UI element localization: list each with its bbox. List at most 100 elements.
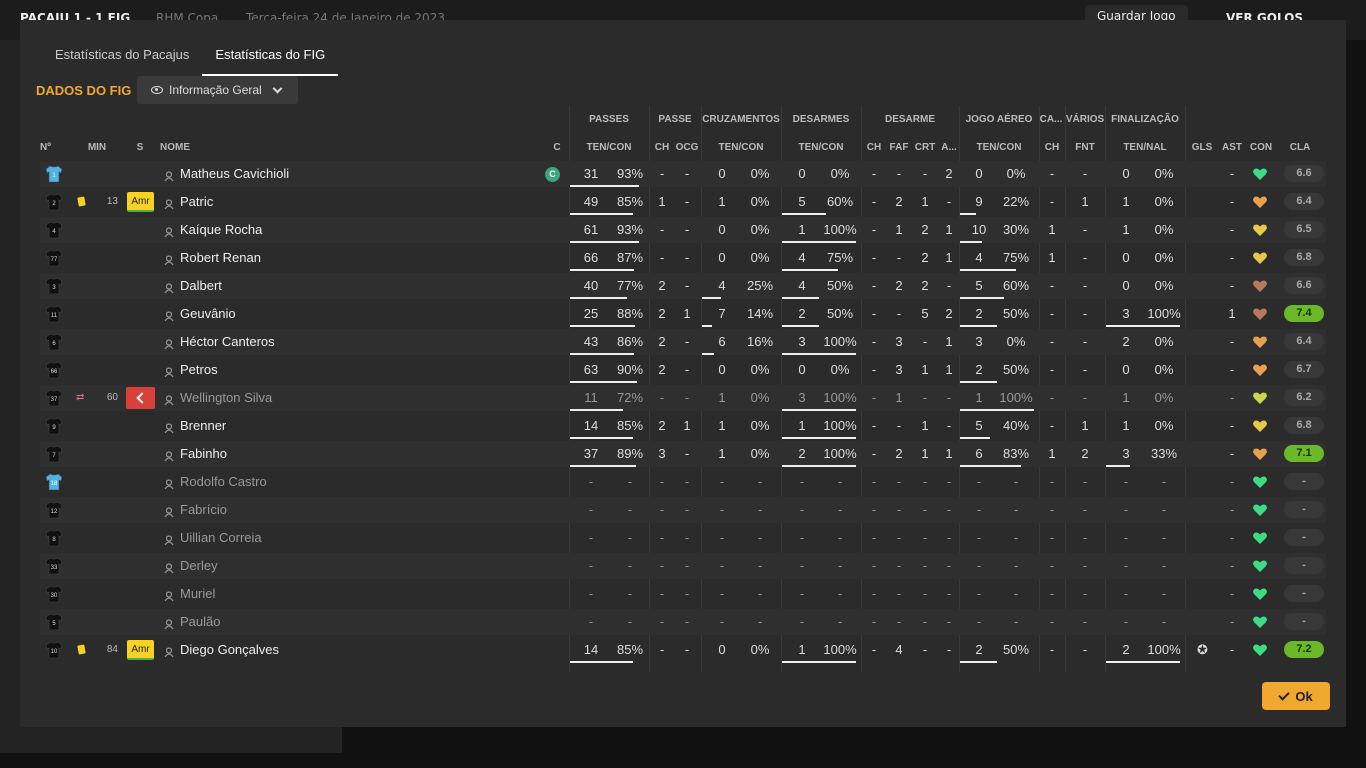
stat-pocg: - <box>684 166 690 181</box>
stat-bar <box>782 437 856 439</box>
col-des-ch[interactable]: CH <box>862 142 886 153</box>
table-row[interactable]: 18 Rodolfo Castro - - - - - - - - - - - - - - - - - - - - <box>40 469 1326 495</box>
table-row[interactable]: 6 Héctor Canteros 43 86% 2-6 16% 3 100% -3-1 3 0% -… <box>40 329 1326 355</box>
heart-icon <box>1252 334 1268 350</box>
group-varios: VÁRIOS <box>1065 114 1105 125</box>
player-name[interactable]: Patric <box>180 189 213 215</box>
col-passes-ten-con[interactable]: TEN/CON <box>570 142 648 153</box>
stat-ca: 1 <box>718 390 726 405</box>
stat-pa: 63 <box>583 362 599 377</box>
stat-fa: 1 <box>1122 222 1130 237</box>
stat-bar <box>1106 465 1130 467</box>
table-row[interactable]: 66 Petros 63 90% 2 - 0 0% 0 0% - 3 1 1 2 50% - - 0 0% - 6.7 <box>40 357 1326 383</box>
stat-da: 1 <box>798 642 806 657</box>
stat-ca: 1 <box>718 418 726 433</box>
table-row[interactable]: 11 Geuvânio 25 88% 2 1 7 14% 2 50% - - 5 2 2 50% - - 3 100%… <box>40 301 1326 327</box>
col-ast[interactable]: AST <box>1218 142 1246 153</box>
tab-pacajus-stats[interactable]: Estatísticas do Pacajus <box>42 20 202 76</box>
col-cla[interactable]: CLA <box>1282 142 1318 153</box>
stat-ap: - <box>1013 530 1019 545</box>
table-row[interactable]: 3 Dalbert 40 77% 2 - 4 25% 4 50% - 2 2 - 5 60% - - 0 0% - 6.6 <box>40 273 1326 299</box>
player-name[interactable]: Kaíque Rocha <box>180 217 262 243</box>
player-name[interactable]: Paulão <box>180 609 220 635</box>
table-row[interactable]: 12 Fabrício - - - - - - - - - - - - - - - - - - - - <box>40 497 1326 523</box>
table-row[interactable]: 4 Kaíque Rocha 61 93% - -0 0% 1 100% -1 2 1 10 30% 1-1… <box>40 217 1326 243</box>
player-name[interactable]: Muriel <box>180 581 215 607</box>
table-row[interactable]: 7 Fabinho 37 89% 3-1 0% 2 100% -2 1 1 6 83% 1 2 3 33% -7.… <box>40 441 1326 467</box>
table-row[interactable]: 1 Matheus Cavichioli C 31 93% - -0 0% 0 0% - - -2 0 0%… <box>40 161 1326 187</box>
stat-fa: 1 <box>1122 194 1130 209</box>
player-name[interactable]: Dalbert <box>180 273 222 299</box>
stat-fp: 0% <box>1154 222 1174 237</box>
stat-cp: 14% <box>746 306 774 321</box>
table-row[interactable]: 30 Muriel - - - - - - - - - - - - - - - - - - - - <box>40 581 1326 607</box>
col-gls[interactable]: GLS <box>1188 142 1216 153</box>
table-row[interactable]: 8 Uillian Correia - - - - - - - - - - - - - - - - - - - - <box>40 525 1326 551</box>
stat-pch: - <box>659 474 665 489</box>
player-name[interactable]: Héctor Canteros <box>180 329 275 355</box>
tab-fig-stats[interactable]: Estatísticas do FIG <box>202 20 339 76</box>
col-des-crt[interactable]: CRT <box>912 142 938 153</box>
col-des-a[interactable]: A... <box>938 142 960 153</box>
col-nome[interactable]: NOME <box>160 142 200 153</box>
player-name[interactable]: Wellington Silva <box>180 385 272 411</box>
player-name[interactable]: Rodolfo Castro <box>180 469 267 495</box>
ball-icon: ✪ <box>1197 642 1208 657</box>
view-select-dropdown[interactable]: Informação Geral <box>137 76 298 104</box>
col-final-ten-nal[interactable]: TEN/NAL <box>1106 142 1184 153</box>
ok-button[interactable]: Ok <box>1262 682 1330 710</box>
col-passe-ch[interactable]: CH <box>652 142 672 153</box>
stat-ca: - <box>719 474 725 489</box>
player-name[interactable]: Matheus Cavichioli <box>180 161 289 187</box>
col-min[interactable]: MIN <box>84 142 110 153</box>
col-con[interactable]: CON <box>1247 142 1275 153</box>
col-var-fnt[interactable]: FNT <box>1066 142 1104 153</box>
stat-cach: - <box>1049 390 1055 405</box>
stat-dfaf: - <box>896 530 902 545</box>
table-row[interactable]: 33 Derley - - - - - - - - - - - - - - - - - - - - <box>40 553 1326 579</box>
player-name[interactable]: Brenner <box>180 413 226 439</box>
table-row[interactable]: 77 Robert Renan 66 87% - -0 0% 4 75% - -2 1 4 75% 1-0 0… <box>40 245 1326 271</box>
group-cruzamentos: CRUZAMENTOS <box>702 114 780 125</box>
shirt-icon: 10 <box>44 640 64 660</box>
stat-da: - <box>799 586 805 601</box>
table-row[interactable]: 5 Paulão - - - - - - - - - - - - - - - - - - - - <box>40 609 1326 635</box>
heart-icon <box>1252 222 1268 238</box>
player-name[interactable]: Geuvânio <box>180 301 236 327</box>
heart-icon <box>1252 530 1268 546</box>
stat-pa: - <box>588 474 594 489</box>
stat-dfaf: 4 <box>895 642 903 657</box>
table-row[interactable]: 10 84 Amr Diego Gonçalves 14 85% - -0 0% 1 100% -4-… <box>40 637 1326 663</box>
stat-pocg: - <box>684 502 690 517</box>
col-num[interactable]: Nº <box>40 142 54 153</box>
stat-aa: 9 <box>975 194 983 209</box>
stat-pa: - <box>588 586 594 601</box>
stat-fa: 1 <box>1122 390 1130 405</box>
table-row[interactable]: 9 Brenner 14 85% 2 1 1 0% 1 100% - -1-5 40% -1 1 0% -6.8 <box>40 413 1326 439</box>
table-row[interactable]: 2 13 Amr Patric 49 85% 1 - 1 0% 5 60% - 2 1 - 9 22% - 1 1 0% -… <box>40 189 1326 215</box>
player-name[interactable]: Derley <box>180 553 218 579</box>
stat-ca: - <box>719 614 725 629</box>
table-row[interactable]: 37 ⇄ 60 Wellington Silva 11 72% - -1 0% 3 100% -1- -… <box>40 385 1326 411</box>
col-des-faf[interactable]: FAF <box>886 142 912 153</box>
stat-pch: 1 <box>658 194 666 209</box>
stat-ast: - <box>1229 502 1235 517</box>
rating-badge: 6.8 <box>1284 249 1324 266</box>
stat-dcrt: - <box>922 502 928 517</box>
player-name[interactable]: Robert Renan <box>180 245 261 271</box>
col-s[interactable]: S <box>134 142 146 153</box>
player-name[interactable]: Fabrício <box>180 497 227 523</box>
col-c[interactable]: C <box>550 142 564 153</box>
team-tabs: Estatísticas do Pacajus Estatísticas do … <box>42 20 339 76</box>
col-aereo-ten-con[interactable]: TEN/CON <box>960 142 1038 153</box>
col-ca-ch[interactable]: CH <box>1040 142 1064 153</box>
stat-dA: - <box>946 530 952 545</box>
col-passe-ocg[interactable]: OCG <box>674 142 700 153</box>
col-cruz-ten-con[interactable]: TEN/CON <box>702 142 780 153</box>
stat-pch: - <box>659 390 665 405</box>
player-name[interactable]: Diego Gonçalves <box>180 637 279 663</box>
player-name[interactable]: Fabinho <box>180 441 227 467</box>
player-name[interactable]: Uillian Correia <box>180 525 262 551</box>
col-desarmes-ten-con[interactable]: TEN/CON <box>782 142 860 153</box>
player-name[interactable]: Petros <box>180 357 218 383</box>
